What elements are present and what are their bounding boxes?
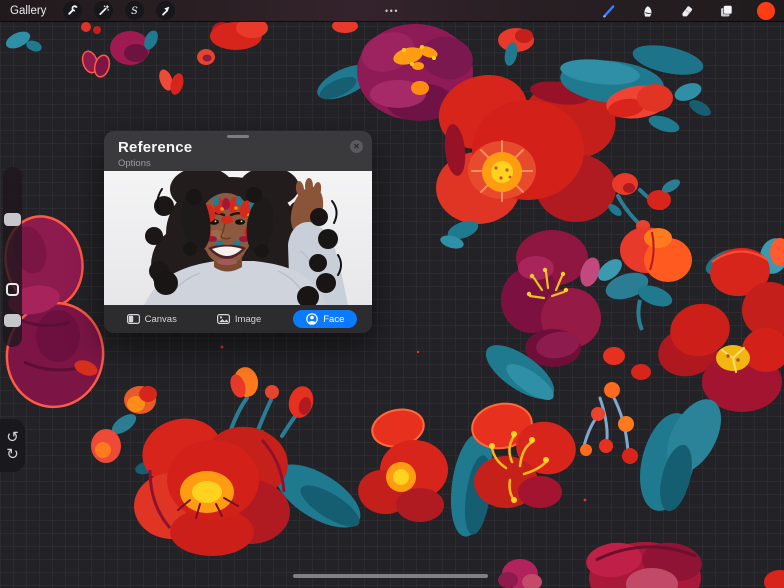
smudge-tool-button[interactable]	[640, 3, 656, 19]
flowers-bottom-edge	[498, 539, 784, 588]
transform-button[interactable]	[156, 1, 175, 20]
top-toolbar: Gallery S	[0, 0, 784, 22]
procreate-app: Gallery S	[0, 0, 784, 588]
layers-button[interactable]	[718, 3, 734, 19]
tab-canvas[interactable]: Canvas	[119, 311, 185, 328]
tab-face-label: Face	[323, 314, 344, 325]
tab-image-label: Image	[235, 314, 261, 325]
history-controls: ↺ ↻	[0, 419, 25, 472]
paint-tool-button[interactable]	[601, 3, 617, 19]
modify-button[interactable]	[6, 283, 19, 296]
close-icon[interactable]: ✕	[350, 140, 363, 153]
flower-cluster-bottom-left	[91, 365, 370, 556]
layers-icon	[718, 3, 734, 19]
image-icon	[217, 314, 230, 324]
canvas-overflow-menu[interactable]: •••	[385, 0, 399, 22]
brush-size-slider[interactable]	[4, 213, 21, 226]
magic-wand-icon	[97, 4, 110, 17]
canvas-icon	[127, 314, 140, 324]
opacity-slider[interactable]	[4, 314, 21, 327]
wrench-icon	[66, 4, 79, 17]
sidebar-sliders	[3, 167, 22, 347]
gallery-button[interactable]: Gallery	[10, 5, 46, 17]
reference-portrait	[104, 171, 372, 305]
buds-mid-right	[606, 173, 682, 232]
color-swatch-button[interactable]	[757, 2, 775, 20]
reference-title: Reference	[118, 139, 358, 156]
reference-options-button[interactable]: Options	[118, 158, 358, 169]
erase-tool-button[interactable]	[679, 3, 695, 19]
redo-button[interactable]: ↻	[6, 447, 19, 462]
reference-tab-bar: Canvas Image Face	[104, 305, 372, 333]
reference-header: Reference Options ✕	[104, 131, 372, 171]
tab-image[interactable]: Image	[209, 311, 269, 328]
reference-photo[interactable]	[104, 171, 372, 305]
transform-arrow-icon	[159, 4, 172, 17]
flowers-top-left	[3, 18, 358, 96]
selection-s-icon: S	[128, 4, 141, 17]
smudge-finger-icon	[640, 3, 656, 19]
face-icon	[306, 313, 318, 325]
home-indicator[interactable]	[293, 574, 488, 578]
actions-button[interactable]	[63, 1, 82, 20]
adjustments-button[interactable]	[94, 1, 113, 20]
tab-canvas-label: Canvas	[145, 314, 177, 325]
svg-text:S: S	[132, 6, 139, 17]
flower-red-gold-center	[469, 328, 582, 508]
selection-button[interactable]: S	[125, 1, 144, 20]
eraser-icon	[679, 3, 695, 19]
reference-panel: Reference Options ✕	[104, 131, 372, 333]
undo-button[interactable]: ↺	[6, 430, 19, 445]
active-color-swatch	[757, 2, 775, 20]
paintbrush-icon	[601, 3, 617, 19]
tab-face[interactable]: Face	[293, 310, 357, 328]
